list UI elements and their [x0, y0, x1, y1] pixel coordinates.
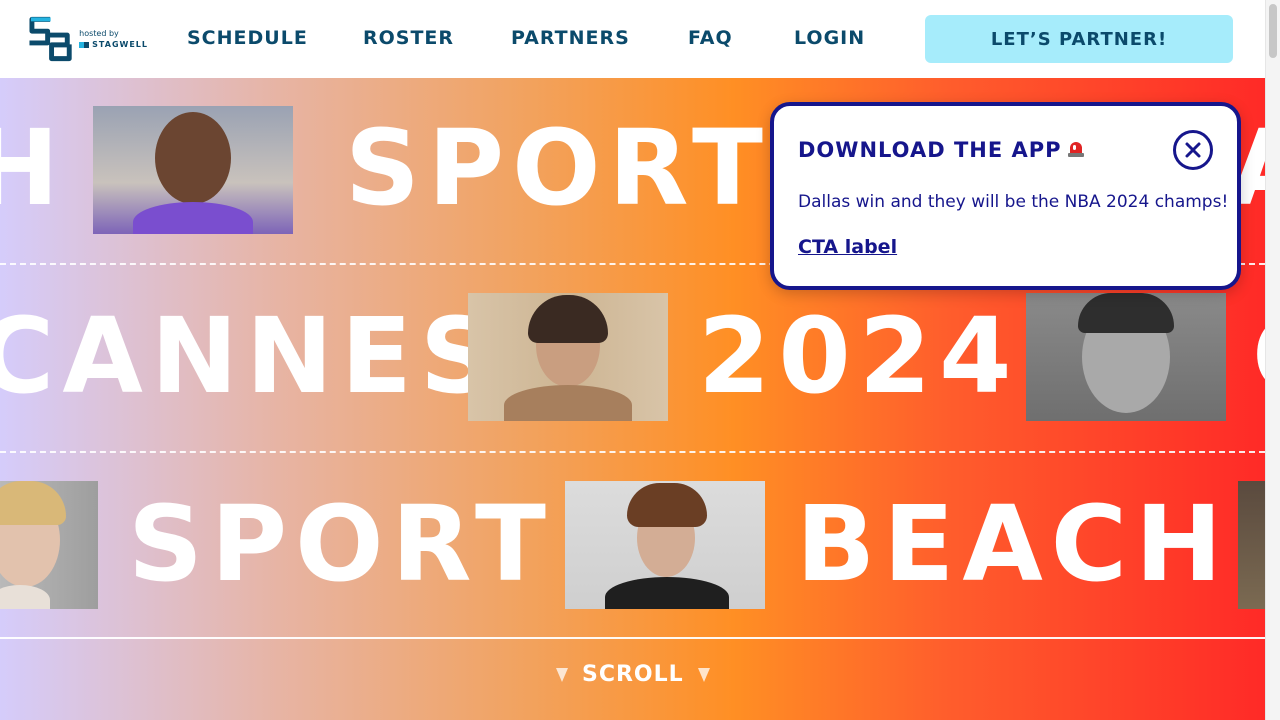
chevron-down-icon [697, 667, 710, 682]
marquee-word: SPORT [128, 483, 554, 605]
marquee-word: BEACH [796, 483, 1231, 605]
siren-icon [1067, 140, 1084, 158]
marquee-word: CANNES [0, 295, 503, 417]
athlete-photo [468, 293, 668, 421]
marquee-divider [0, 451, 1265, 453]
download-app-popup: DOWNLOAD THE APP Dallas win and they wil… [770, 102, 1241, 290]
marquee-word: H [0, 107, 68, 229]
scroll-label: SCROLL [582, 662, 684, 687]
nav-schedule[interactable]: SCHEDULE [187, 24, 308, 52]
hosted-by-text: hosted by [79, 29, 119, 38]
site-header: hosted by STAGWELL SCHEDULE ROSTER PARTN… [0, 0, 1265, 78]
marquee-word: SPORT [345, 107, 771, 229]
lets-partner-button[interactable]: LET’S PARTNER! [925, 15, 1233, 63]
nav-faq[interactable]: FAQ [688, 24, 733, 52]
popup-title: DOWNLOAD THE APP [798, 138, 1084, 162]
logo-meta: hosted by STAGWELL [79, 29, 148, 49]
close-icon [1185, 142, 1201, 158]
stagwell-mark-icon [79, 41, 90, 48]
popup-title-text: DOWNLOAD THE APP [798, 138, 1062, 162]
athlete-photo [565, 481, 765, 609]
marquee-word: 2024 [698, 295, 1020, 417]
nav-login[interactable]: LOGIN [794, 24, 865, 52]
marquee-divider [0, 637, 1265, 639]
marquee-word: C [1252, 304, 1265, 408]
page-scrollbar[interactable] [1265, 0, 1280, 720]
chevron-down-icon [556, 667, 568, 682]
scrollbar-thumb[interactable] [1269, 4, 1277, 58]
scroll-indicator[interactable]: SCROLL [556, 662, 724, 687]
athlete-photo [93, 106, 293, 234]
close-button[interactable] [1173, 130, 1213, 170]
stagwell-label: STAGWELL [92, 40, 148, 49]
athlete-photo [1238, 481, 1265, 609]
athlete-photo [1026, 293, 1226, 421]
nav-partners[interactable]: PARTNERS [511, 24, 630, 52]
athlete-photo [0, 481, 98, 609]
nav-roster[interactable]: ROSTER [363, 24, 454, 52]
popup-body-text: Dallas win and they will be the NBA 2024… [798, 192, 1229, 212]
sb-monogram-icon [29, 16, 72, 62]
popup-cta-link[interactable]: CTA label [798, 236, 897, 258]
sport-beach-logo[interactable]: hosted by STAGWELL [28, 15, 148, 63]
stagwell-wordmark: STAGWELL [79, 40, 148, 49]
